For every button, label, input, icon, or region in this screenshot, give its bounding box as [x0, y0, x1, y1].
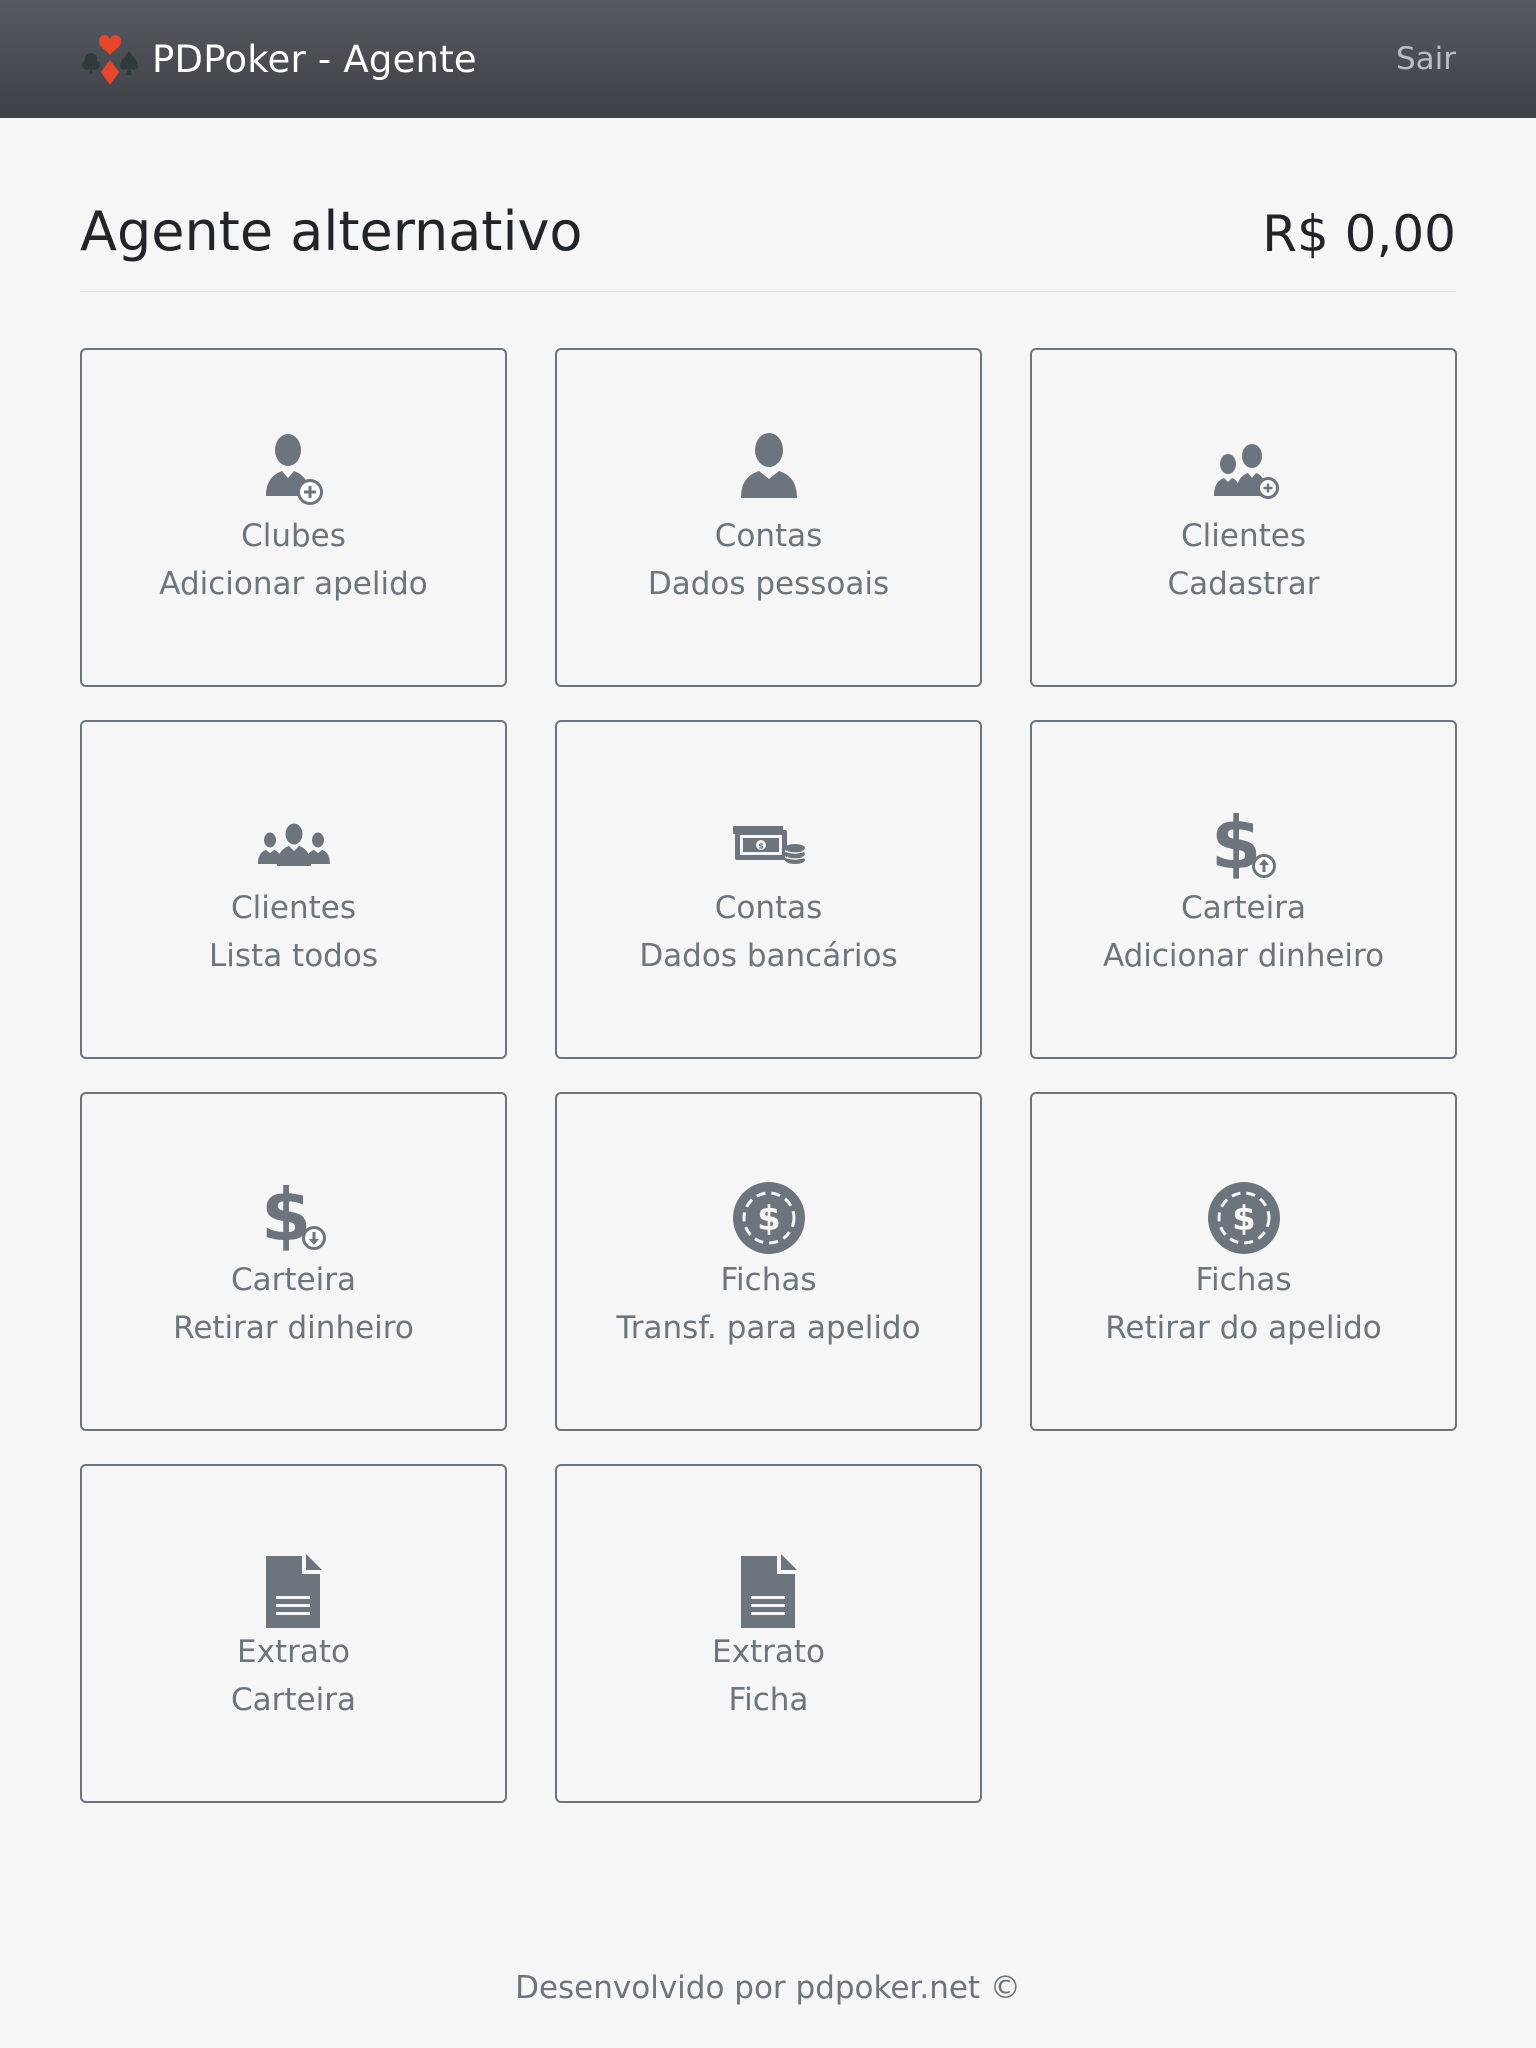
card-title: Contas	[714, 889, 823, 926]
users-group-icon	[252, 800, 336, 884]
dollar-up-icon: $	[1202, 800, 1286, 884]
menu-card-carteira-retirar-dinheiro[interactable]: $ Carteira Retirar dinheiro	[80, 1092, 507, 1431]
menu-grid: Clubes Adicionar apelido Contas Dados pe…	[80, 348, 1457, 1803]
poker-chip-icon: $	[727, 1172, 811, 1256]
brand-title: PDPoker - Agente	[152, 37, 477, 81]
wallet-balance: R$ 0,00	[1262, 205, 1456, 263]
money-coins-icon: $	[727, 800, 811, 884]
user-icon	[727, 428, 811, 512]
document-icon	[252, 1544, 336, 1628]
menu-card-clubes-adicionar-apelido[interactable]: Clubes Adicionar apelido	[80, 348, 507, 687]
dollar-down-icon: $	[252, 1172, 336, 1256]
poker-chip-icon: $	[1202, 1172, 1286, 1256]
card-title: Extrato	[712, 1633, 825, 1670]
card-subtitle: Transf. para apelido	[616, 1309, 921, 1346]
card-title: Carteira	[1181, 889, 1306, 926]
menu-card-contas-dados-pessoais[interactable]: Contas Dados pessoais	[555, 348, 982, 687]
card-title: Contas	[714, 517, 823, 554]
card-title: Clientes	[231, 889, 356, 926]
svg-text:$: $	[758, 841, 764, 850]
svg-text:$: $	[1232, 1199, 1256, 1239]
card-subtitle: Carteira	[231, 1681, 356, 1718]
card-subtitle: Cadastrar	[1167, 565, 1320, 602]
navbar: PDPoker - Agente Sair	[0, 0, 1536, 118]
menu-card-carteira-adicionar-dinheiro[interactable]: $ Carteira Adicionar dinheiro	[1030, 720, 1457, 1059]
card-title: Fichas	[1195, 1261, 1292, 1298]
card-subtitle: Lista todos	[209, 937, 378, 974]
card-title: Carteira	[231, 1261, 356, 1298]
svg-text:$: $	[757, 1199, 781, 1239]
card-subtitle: Dados bancários	[639, 937, 898, 974]
menu-card-fichas-transf-para-apelido[interactable]: $ Fichas Transf. para apelido	[555, 1092, 982, 1431]
footer-credit: Desenvolvido por pdpoker.net ©	[515, 1970, 1021, 2006]
menu-card-extrato-ficha[interactable]: Extrato Ficha	[555, 1464, 982, 1803]
card-subtitle: Retirar do apelido	[1105, 1309, 1382, 1346]
card-title: Fichas	[720, 1261, 817, 1298]
document-icon	[727, 1544, 811, 1628]
menu-card-fichas-retirar-do-apelido[interactable]: $ Fichas Retirar do apelido	[1030, 1092, 1457, 1431]
card-subtitle: Adicionar dinheiro	[1102, 937, 1385, 974]
menu-card-clientes-cadastrar[interactable]: Clientes Cadastrar	[1030, 348, 1457, 687]
user-plus-icon	[252, 428, 336, 512]
brand-link[interactable]: PDPoker - Agente	[80, 29, 477, 89]
menu-card-clientes-lista-todos[interactable]: Clientes Lista todos	[80, 720, 507, 1059]
menu-card-contas-dados-bancarios[interactable]: $ Contas Dados bancários	[555, 720, 982, 1059]
poker-suits-logo-icon	[80, 29, 140, 89]
card-title: Clientes	[1181, 517, 1306, 554]
users-plus-icon	[1202, 428, 1286, 512]
card-subtitle: Retirar dinheiro	[173, 1309, 414, 1346]
card-subtitle: Dados pessoais	[647, 565, 890, 602]
card-title: Extrato	[237, 1633, 350, 1670]
card-subtitle: Adicionar apelido	[159, 565, 428, 602]
page-header: Agente alternativo R$ 0,00	[80, 200, 1456, 292]
logout-link[interactable]: Sair	[1396, 41, 1456, 77]
menu-card-extrato-carteira[interactable]: Extrato Carteira	[80, 1464, 507, 1803]
card-title: Clubes	[241, 517, 346, 554]
page-title: Agente alternativo	[80, 200, 583, 263]
card-subtitle: Ficha	[728, 1681, 809, 1718]
